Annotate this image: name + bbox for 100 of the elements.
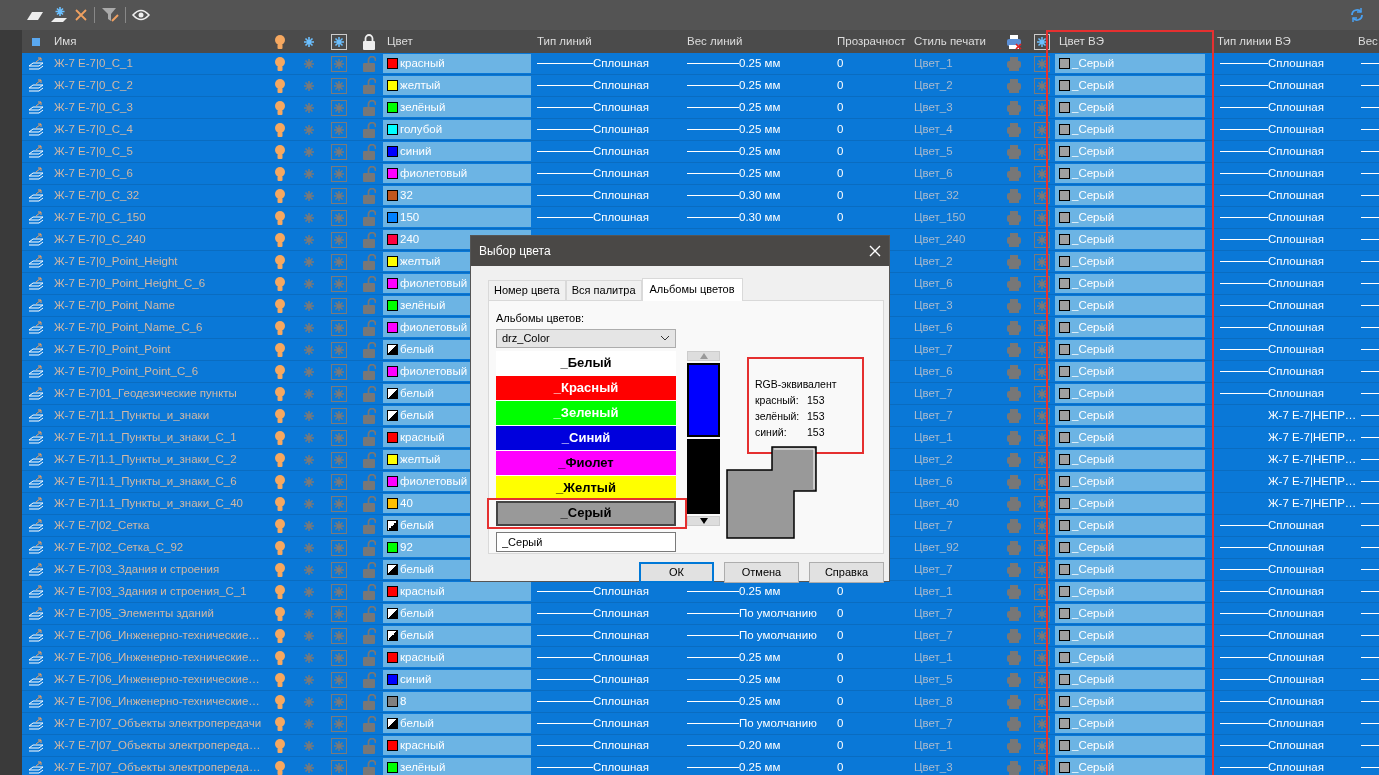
- lock-open-icon[interactable]: [362, 451, 376, 468]
- sun-icon[interactable]: [302, 431, 315, 444]
- lock-open-icon[interactable]: [362, 583, 376, 600]
- printer-icon[interactable]: [1006, 561, 1022, 578]
- lightbulb-on-icon[interactable]: [274, 429, 286, 446]
- dialog-button[interactable]: ОК: [639, 562, 714, 584]
- eye-icon[interactable]: [132, 9, 150, 21]
- column-header[interactable]: Цвет: [387, 32, 413, 51]
- column-header[interactable]: Вес: [1358, 32, 1378, 51]
- printer-icon[interactable]: [1006, 341, 1022, 358]
- printer-icon[interactable]: [1006, 495, 1022, 512]
- lightbulb-on-icon[interactable]: [274, 275, 286, 292]
- sun-icon[interactable]: [302, 475, 315, 488]
- color-field[interactable]: _Серый: [1055, 516, 1205, 535]
- dialog-button[interactable]: Отмена: [724, 562, 799, 584]
- delete-icon[interactable]: [74, 8, 88, 22]
- lightbulb-on-icon[interactable]: [274, 517, 286, 534]
- color-field[interactable]: красный: [383, 582, 531, 601]
- lock-open-icon[interactable]: [362, 231, 376, 248]
- lightbulb-on-icon[interactable]: [274, 715, 286, 732]
- color-field[interactable]: _Серый: [1055, 252, 1205, 271]
- printer-icon[interactable]: [1006, 385, 1022, 402]
- column-header[interactable]: Стиль печати: [914, 32, 986, 51]
- lock-open-icon[interactable]: [362, 693, 376, 710]
- sun-icon[interactable]: [302, 607, 315, 620]
- printer-icon[interactable]: [1006, 143, 1022, 160]
- color-field[interactable]: _Серый: [1055, 472, 1205, 491]
- lightbulb-on-icon[interactable]: [274, 495, 286, 512]
- color-field[interactable]: фиолетовый: [383, 164, 531, 183]
- new-layer-sun-icon[interactable]: [50, 6, 68, 24]
- color-list-item[interactable]: _Серый: [496, 500, 676, 526]
- lock-open-icon[interactable]: [362, 165, 376, 182]
- lock-open-icon[interactable]: [362, 561, 376, 578]
- printer-icon[interactable]: [1006, 649, 1022, 666]
- scroll-down-icon[interactable]: [699, 518, 708, 525]
- lock-open-icon[interactable]: [362, 715, 376, 732]
- sun-icon[interactable]: [302, 123, 315, 136]
- printer-icon[interactable]: [1006, 121, 1022, 138]
- color-list-item[interactable]: _Белый: [496, 350, 676, 376]
- lock-open-icon[interactable]: [362, 517, 376, 534]
- lock-open-icon[interactable]: [362, 385, 376, 402]
- lock-open-icon[interactable]: [362, 55, 376, 72]
- lock-open-icon[interactable]: [362, 495, 376, 512]
- new-layer-icon[interactable]: [26, 9, 44, 21]
- lightbulb-on-icon[interactable]: [274, 187, 286, 204]
- lock-open-icon[interactable]: [362, 649, 376, 666]
- column-header[interactable]: Прозрачност: [837, 32, 906, 51]
- printer-icon[interactable]: [1006, 55, 1022, 72]
- printer-icon[interactable]: [1006, 231, 1022, 248]
- color-field[interactable]: _Серый: [1055, 362, 1205, 381]
- lightbulb-on-icon[interactable]: [274, 231, 286, 248]
- sun-icon[interactable]: [302, 519, 315, 532]
- lightbulb-on-icon[interactable]: [274, 55, 286, 72]
- lock-open-icon[interactable]: [362, 539, 376, 556]
- printer-icon[interactable]: [1006, 429, 1022, 446]
- lightbulb-on-icon[interactable]: [274, 253, 286, 270]
- printer-icon[interactable]: [1006, 605, 1022, 622]
- color-field[interactable]: _Серый: [1055, 626, 1205, 645]
- sun-icon[interactable]: [302, 585, 315, 598]
- color-field[interactable]: белый: [383, 626, 531, 645]
- lightbulb-on-icon[interactable]: [274, 385, 286, 402]
- color-field[interactable]: _Серый: [1055, 296, 1205, 315]
- printer-icon[interactable]: [1006, 627, 1022, 644]
- color-field[interactable]: _Серый: [1055, 98, 1205, 117]
- lock-open-icon[interactable]: [362, 341, 376, 358]
- color-field[interactable]: _Серый: [1055, 384, 1205, 403]
- sun-icon[interactable]: [302, 343, 315, 356]
- color-field[interactable]: _Серый: [1055, 76, 1205, 95]
- dialog-button[interactable]: Справка: [809, 562, 884, 584]
- dialog-tab[interactable]: Номер цвета: [488, 280, 566, 301]
- printer-icon[interactable]: [1006, 737, 1022, 754]
- printer-icon[interactable]: [1006, 253, 1022, 270]
- column-header[interactable]: Цвет ВЭ: [1059, 32, 1104, 51]
- printer-icon[interactable]: [1006, 715, 1022, 732]
- album-dropdown[interactable]: drz_Color: [496, 328, 676, 348]
- sun-icon[interactable]: [302, 277, 315, 290]
- color-field[interactable]: _Серый: [1055, 538, 1205, 557]
- sun-icon[interactable]: [302, 629, 315, 642]
- lightbulb-on-icon[interactable]: [274, 165, 286, 182]
- sun-icon[interactable]: [302, 365, 315, 378]
- color-field[interactable]: белый: [383, 714, 531, 733]
- color-field[interactable]: _Серый: [1055, 692, 1205, 711]
- lightbulb-on-icon[interactable]: [274, 759, 286, 775]
- printer-icon[interactable]: [1006, 451, 1022, 468]
- lightbulb-on-icon[interactable]: [274, 649, 286, 666]
- sun-icon[interactable]: [302, 145, 315, 158]
- column-header[interactable]: Имя: [54, 32, 77, 51]
- lightbulb-on-icon[interactable]: [274, 473, 286, 490]
- lock-open-icon[interactable]: [362, 121, 376, 138]
- printer-icon[interactable]: [1006, 275, 1022, 292]
- color-field[interactable]: _Серый: [1055, 164, 1205, 183]
- sun-icon[interactable]: [302, 717, 315, 730]
- lock-open-icon[interactable]: [362, 473, 376, 490]
- color-field[interactable]: зелёный: [383, 758, 531, 775]
- lightbulb-on-icon[interactable]: [274, 407, 286, 424]
- lightbulb-on-icon[interactable]: [274, 341, 286, 358]
- sun-icon[interactable]: [302, 497, 315, 510]
- printer-icon[interactable]: [1006, 77, 1022, 94]
- sun-icon[interactable]: [302, 299, 315, 312]
- printer-icon[interactable]: [1006, 539, 1022, 556]
